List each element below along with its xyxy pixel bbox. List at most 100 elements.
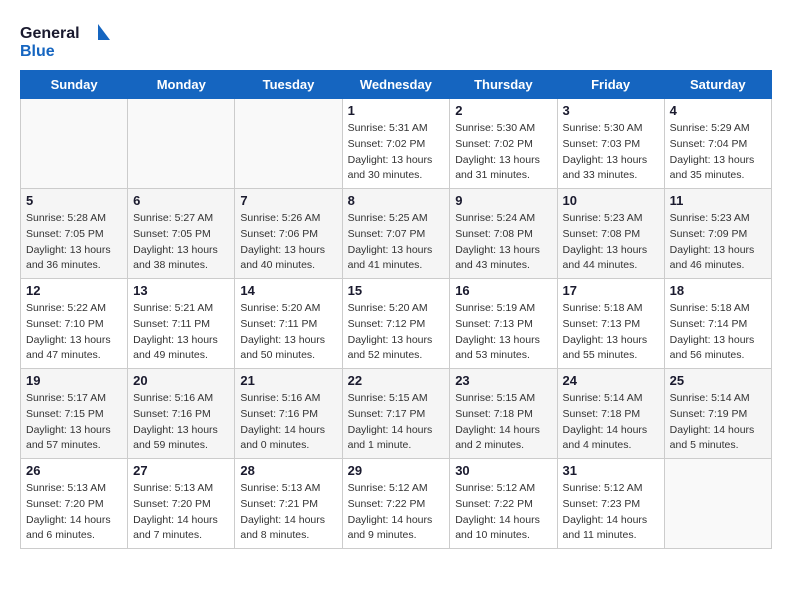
sunrise-text: Sunrise: 5:21 AM [133,302,213,314]
calendar-cell: 10 Sunrise: 5:23 AM Sunset: 7:08 PM Dayl… [557,189,664,279]
day-number: 7 [240,193,336,208]
day-info: Sunrise: 5:28 AM Sunset: 7:05 PM Dayligh… [26,211,122,274]
calendar-cell: 27 Sunrise: 5:13 AM Sunset: 7:20 PM Dayl… [128,459,235,549]
sunset-text: Sunset: 7:13 PM [563,318,641,330]
day-number: 19 [26,373,122,388]
day-number: 18 [670,283,766,298]
calendar-cell [235,99,342,189]
day-info: Sunrise: 5:12 AM Sunset: 7:23 PM Dayligh… [563,481,659,544]
day-info: Sunrise: 5:13 AM Sunset: 7:21 PM Dayligh… [240,481,336,544]
day-number: 30 [455,463,551,478]
calendar-week-row: 5 Sunrise: 5:28 AM Sunset: 7:05 PM Dayli… [21,189,772,279]
calendar-cell: 24 Sunrise: 5:14 AM Sunset: 7:18 PM Dayl… [557,369,664,459]
day-number: 15 [348,283,445,298]
sunset-text: Sunset: 7:05 PM [26,228,104,240]
sunrise-text: Sunrise: 5:23 AM [670,212,750,224]
day-number: 1 [348,103,445,118]
calendar-cell: 20 Sunrise: 5:16 AM Sunset: 7:16 PM Dayl… [128,369,235,459]
sunrise-text: Sunrise: 5:12 AM [348,482,428,494]
day-info: Sunrise: 5:15 AM Sunset: 7:17 PM Dayligh… [348,391,445,454]
calendar-header-row: SundayMondayTuesdayWednesdayThursdayFrid… [21,71,772,99]
daylight-text: Daylight: 13 hours and 33 minutes. [563,154,648,182]
day-number: 10 [563,193,659,208]
sunrise-text: Sunrise: 5:30 AM [455,122,535,134]
daylight-text: Daylight: 14 hours and 0 minutes. [240,424,325,452]
sunrise-text: Sunrise: 5:18 AM [563,302,643,314]
calendar-cell: 5 Sunrise: 5:28 AM Sunset: 7:05 PM Dayli… [21,189,128,279]
sunrise-text: Sunrise: 5:13 AM [133,482,213,494]
day-info: Sunrise: 5:14 AM Sunset: 7:19 PM Dayligh… [670,391,766,454]
calendar-cell: 12 Sunrise: 5:22 AM Sunset: 7:10 PM Dayl… [21,279,128,369]
daylight-text: Daylight: 13 hours and 35 minutes. [670,154,755,182]
logo: General Blue [20,20,110,60]
sunset-text: Sunset: 7:11 PM [240,318,317,330]
day-info: Sunrise: 5:23 AM Sunset: 7:09 PM Dayligh… [670,211,766,274]
daylight-text: Daylight: 14 hours and 1 minute. [348,424,433,452]
sunset-text: Sunset: 7:09 PM [670,228,748,240]
day-info: Sunrise: 5:26 AM Sunset: 7:06 PM Dayligh… [240,211,336,274]
calendar-cell: 3 Sunrise: 5:30 AM Sunset: 7:03 PM Dayli… [557,99,664,189]
header-sunday: Sunday [21,71,128,99]
calendar-cell: 18 Sunrise: 5:18 AM Sunset: 7:14 PM Dayl… [664,279,771,369]
sunset-text: Sunset: 7:13 PM [455,318,533,330]
sunset-text: Sunset: 7:11 PM [133,318,210,330]
header-thursday: Thursday [450,71,557,99]
day-number: 22 [348,373,445,388]
calendar-cell: 6 Sunrise: 5:27 AM Sunset: 7:05 PM Dayli… [128,189,235,279]
day-number: 23 [455,373,551,388]
daylight-text: Daylight: 14 hours and 7 minutes. [133,514,218,542]
day-number: 20 [133,373,229,388]
sunrise-text: Sunrise: 5:27 AM [133,212,213,224]
day-info: Sunrise: 5:24 AM Sunset: 7:08 PM Dayligh… [455,211,551,274]
day-number: 24 [563,373,659,388]
calendar-cell: 11 Sunrise: 5:23 AM Sunset: 7:09 PM Dayl… [664,189,771,279]
day-number: 28 [240,463,336,478]
day-number: 2 [455,103,551,118]
sunset-text: Sunset: 7:08 PM [455,228,533,240]
day-number: 9 [455,193,551,208]
calendar-cell: 22 Sunrise: 5:15 AM Sunset: 7:17 PM Dayl… [342,369,450,459]
sunrise-text: Sunrise: 5:12 AM [563,482,643,494]
daylight-text: Daylight: 14 hours and 9 minutes. [348,514,433,542]
day-number: 21 [240,373,336,388]
sunrise-text: Sunrise: 5:25 AM [348,212,428,224]
calendar-cell: 13 Sunrise: 5:21 AM Sunset: 7:11 PM Dayl… [128,279,235,369]
day-info: Sunrise: 5:15 AM Sunset: 7:18 PM Dayligh… [455,391,551,454]
sunset-text: Sunset: 7:07 PM [348,228,426,240]
sunrise-text: Sunrise: 5:16 AM [240,392,320,404]
daylight-text: Daylight: 14 hours and 8 minutes. [240,514,325,542]
day-info: Sunrise: 5:13 AM Sunset: 7:20 PM Dayligh… [26,481,122,544]
sunrise-text: Sunrise: 5:26 AM [240,212,320,224]
sunrise-text: Sunrise: 5:14 AM [563,392,643,404]
day-number: 6 [133,193,229,208]
calendar-cell: 14 Sunrise: 5:20 AM Sunset: 7:11 PM Dayl… [235,279,342,369]
daylight-text: Daylight: 13 hours and 53 minutes. [455,334,540,362]
sunset-text: Sunset: 7:04 PM [670,138,748,150]
sunrise-text: Sunrise: 5:20 AM [348,302,428,314]
daylight-text: Daylight: 14 hours and 6 minutes. [26,514,111,542]
sunrise-text: Sunrise: 5:17 AM [26,392,106,404]
header-tuesday: Tuesday [235,71,342,99]
calendar-cell: 25 Sunrise: 5:14 AM Sunset: 7:19 PM Dayl… [664,369,771,459]
day-info: Sunrise: 5:27 AM Sunset: 7:05 PM Dayligh… [133,211,229,274]
header-saturday: Saturday [664,71,771,99]
sunset-text: Sunset: 7:08 PM [563,228,641,240]
calendar-cell: 19 Sunrise: 5:17 AM Sunset: 7:15 PM Dayl… [21,369,128,459]
header-friday: Friday [557,71,664,99]
daylight-text: Daylight: 14 hours and 2 minutes. [455,424,540,452]
day-info: Sunrise: 5:18 AM Sunset: 7:13 PM Dayligh… [563,301,659,364]
svg-text:Blue: Blue [20,43,55,60]
calendar-week-row: 19 Sunrise: 5:17 AM Sunset: 7:15 PM Dayl… [21,369,772,459]
daylight-text: Daylight: 13 hours and 30 minutes. [348,154,433,182]
sunset-text: Sunset: 7:20 PM [133,498,211,510]
daylight-text: Daylight: 13 hours and 41 minutes. [348,244,433,272]
daylight-text: Daylight: 13 hours and 44 minutes. [563,244,648,272]
logo-svg: General Blue [20,20,110,60]
sunset-text: Sunset: 7:17 PM [348,408,426,420]
calendar-cell: 17 Sunrise: 5:18 AM Sunset: 7:13 PM Dayl… [557,279,664,369]
page-header: General Blue [20,20,772,60]
sunset-text: Sunset: 7:18 PM [455,408,533,420]
sunset-text: Sunset: 7:02 PM [455,138,533,150]
day-number: 8 [348,193,445,208]
calendar-cell: 1 Sunrise: 5:31 AM Sunset: 7:02 PM Dayli… [342,99,450,189]
